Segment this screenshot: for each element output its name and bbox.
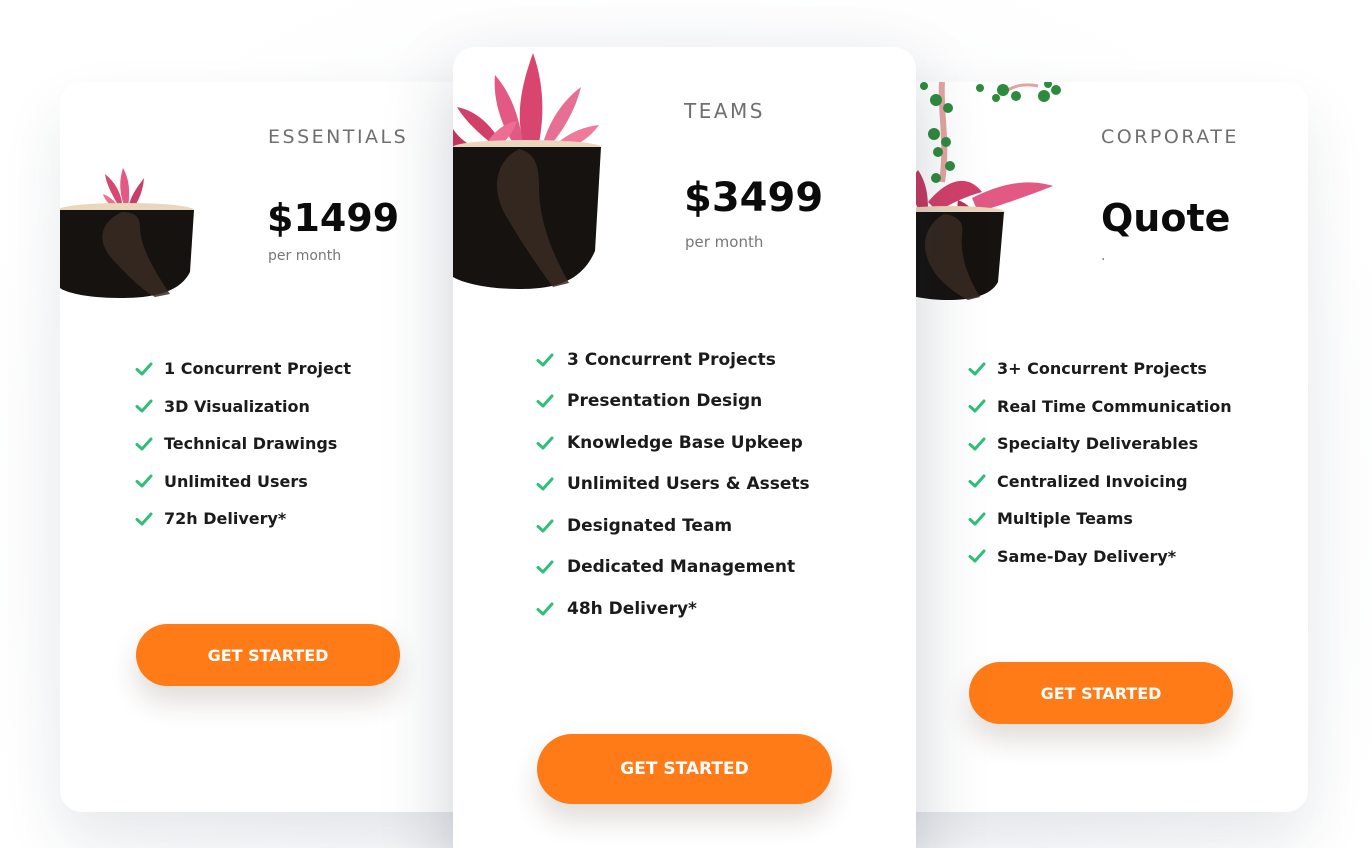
check-icon [968, 437, 986, 451]
feature-item: Unlimited Users & Assets [536, 464, 810, 506]
check-icon [135, 474, 153, 488]
feature-label: Real Time Communication [997, 396, 1232, 416]
feature-label: Multiple Teams [997, 509, 1133, 529]
plan-price: $1499 [267, 196, 400, 240]
check-icon [968, 512, 986, 526]
get-started-button-corporate[interactable]: GET STARTED [969, 662, 1233, 724]
feature-item: Centralized Invoicing [968, 463, 1232, 501]
get-started-button-teams[interactable]: GET STARTED [537, 734, 832, 804]
feature-list: 3 Concurrent Projects Presentation Desig… [536, 339, 810, 630]
feature-label: Dedicated Management [567, 557, 796, 578]
feature-item: Presentation Design [536, 381, 810, 423]
feature-label: 72h Delivery* [164, 509, 287, 529]
check-icon [968, 362, 986, 376]
check-icon [968, 474, 986, 488]
feature-label: Technical Drawings [164, 434, 338, 454]
plan-card-teams: TEAMS $3499 per month 3 Concurrent Proje… [453, 47, 916, 848]
check-icon [135, 362, 153, 376]
check-icon [135, 399, 153, 413]
feature-item: Knowledge Base Upkeep [536, 422, 810, 464]
potted-plant-vine-illustration [898, 82, 1061, 300]
feature-item: 3+ Concurrent Projects [968, 350, 1232, 388]
feature-label: Specialty Deliverables [997, 434, 1199, 454]
feature-item: 3D Visualization [135, 388, 351, 426]
check-icon [536, 477, 554, 491]
check-icon [536, 519, 554, 533]
plan-name: ESSENTIALS [268, 126, 409, 148]
pricing-section: ESSENTIALS $1499 per month 1 Concurrent … [0, 0, 1372, 848]
plan-price: $3499 [684, 175, 824, 221]
feature-label: 48h Delivery* [567, 598, 697, 619]
plan-period: per month [268, 248, 342, 264]
potted-plant-small-illustration [60, 168, 194, 298]
check-icon [536, 394, 554, 408]
check-icon [536, 560, 554, 574]
feature-label: Unlimited Users [164, 471, 308, 491]
feature-item: Technical Drawings [135, 425, 351, 463]
feature-item: Same-Day Delivery* [968, 538, 1232, 576]
plan-name: CORPORATE [1101, 126, 1239, 148]
check-icon [968, 549, 986, 563]
feature-label: 1 Concurrent Project [164, 359, 352, 379]
feature-item: Designated Team [536, 505, 810, 547]
plan-price: Quote [1101, 196, 1231, 240]
check-icon [135, 437, 153, 451]
feature-item: Unlimited Users [135, 463, 351, 501]
feature-label: 3D Visualization [164, 396, 310, 416]
feature-list: 1 Concurrent Project 3D Visualization Te… [135, 350, 351, 538]
potted-plant-large-illustration [453, 53, 601, 289]
plan-period: per month [685, 233, 764, 251]
check-icon [968, 399, 986, 413]
feature-label: Centralized Invoicing [997, 471, 1188, 491]
feature-label: Knowledge Base Upkeep [567, 432, 803, 453]
feature-item: Multiple Teams [968, 500, 1232, 538]
feature-label: 3 Concurrent Projects [567, 349, 776, 370]
feature-label: Presentation Design [567, 391, 763, 412]
get-started-button-essentials[interactable]: GET STARTED [136, 624, 400, 686]
feature-item: Dedicated Management [536, 547, 810, 589]
feature-item: Real Time Communication [968, 388, 1232, 426]
check-icon [536, 353, 554, 367]
feature-item: 72h Delivery* [135, 500, 351, 538]
feature-item: 1 Concurrent Project [135, 350, 351, 388]
feature-label: Designated Team [567, 515, 733, 536]
plan-name: TEAMS [684, 99, 765, 123]
feature-list: 3+ Concurrent Projects Real Time Communi… [968, 350, 1232, 575]
feature-item: 48h Delivery* [536, 588, 810, 630]
check-icon [135, 512, 153, 526]
feature-label: Unlimited Users & Assets [567, 474, 810, 495]
plan-period: . [1101, 248, 1106, 264]
check-icon [536, 436, 554, 450]
feature-label: Same-Day Delivery* [997, 546, 1177, 566]
check-icon [536, 602, 554, 616]
feature-label: 3+ Concurrent Projects [997, 359, 1207, 379]
feature-item: Specialty Deliverables [968, 425, 1232, 463]
feature-item: 3 Concurrent Projects [536, 339, 810, 381]
